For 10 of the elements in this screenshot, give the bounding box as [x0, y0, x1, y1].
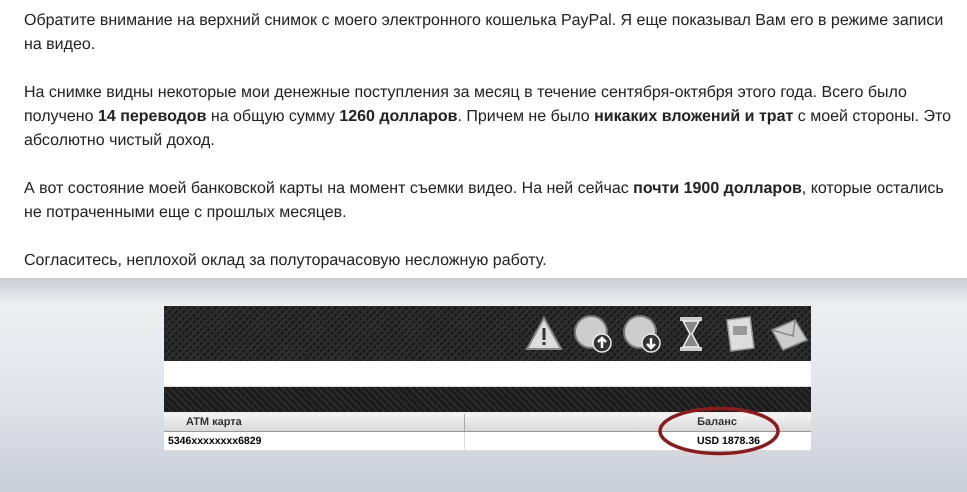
paragraph: Обратите внимание на верхний снимок с моего электронного кошелька PayPal. Я еще показывал Вам его в режиме записи на видео. [24, 11, 944, 55]
coin-up-icon[interactable] [573, 314, 613, 354]
coin-down-icon[interactable] [622, 314, 662, 354]
column-header: Баланс [696, 415, 738, 430]
paragraph: Согласитесь, неплохой оклад за полуторачасовую несложную работу. [24, 251, 548, 271]
column-header: ATM карта [185, 415, 243, 430]
paragraph: На снимке видны некоторые мои денежные поступления за месяц в течение сентября-октября этого года. Всего было получено 14 переводов на общую сумму 1260 долларов. Причем не было никаких вложений и трат с моей стороны. Это абсолютно чистый доход. [24, 83, 952, 151]
table-cell: USD 1878.36 [696, 435, 760, 447]
table-cell-text: 5346xxxxxxxx6829 [167, 434, 262, 449]
paragraph: А вот состояние моей банковской карты на момент съемки видео. На ней сейчас почти 1900 долларов, которые остались не потраченными еще с прошлых месяцев. [24, 179, 945, 223]
